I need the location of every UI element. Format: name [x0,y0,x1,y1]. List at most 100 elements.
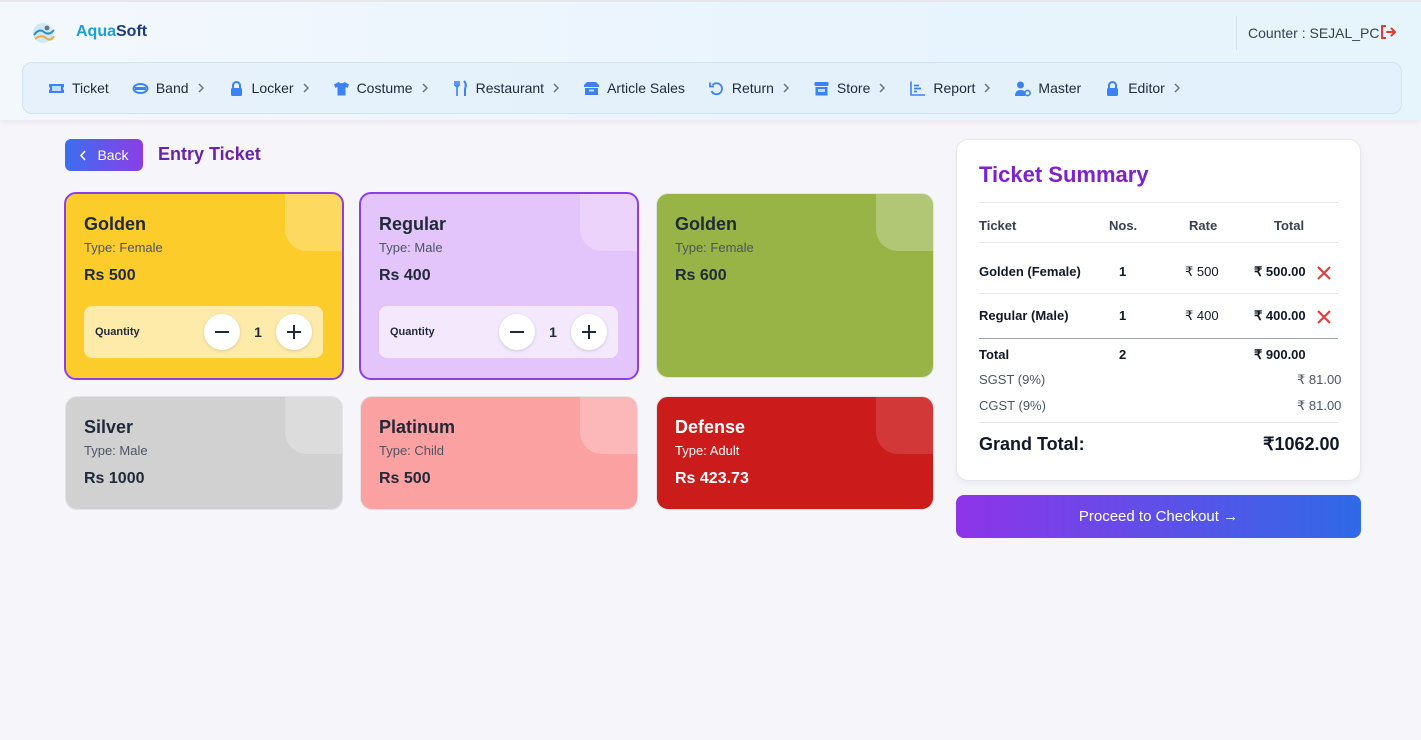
back-label: Back [97,147,129,163]
divider [979,293,1338,294]
nav-item-article-sales[interactable]: Article Sales [583,80,685,97]
nav-item-locker[interactable]: Locker [228,80,310,97]
page-title: Entry Ticket [158,144,261,164]
nav-item-report[interactable]: Report [909,80,991,97]
ticket-name: Golden [84,214,146,234]
decrement-button[interactable] [499,314,535,350]
nav-item-band[interactable]: Band [132,80,205,97]
ticket-name: Regular [379,214,447,234]
undo-icon [708,81,723,95]
sgst-label: SGST (9%) [979,372,1046,387]
row-nos: 1 [1119,264,1127,279]
chevron-right-icon [198,83,204,93]
ticket-card[interactable]: Golden Type: Female Rs 600 [656,193,934,378]
remove-icon[interactable] [1316,265,1332,281]
plus-icon [582,325,596,339]
ticket-summary-panel: Ticket Summary Ticket Nos. Rate Total Go… [956,139,1361,481]
chevron-left-icon [80,149,87,161]
ticket-price: Rs 600 [675,267,727,284]
ticket-icon [49,83,64,93]
ticket-price: Rs 500 [379,470,431,487]
ticket-card[interactable]: Platinum Type: Child Rs 500 [360,396,638,510]
ticket-price: Rs 500 [84,267,136,284]
minus-icon [215,331,229,333]
brand-name: AquaSoft [76,23,148,40]
increment-button[interactable] [571,314,607,350]
nav-item-store[interactable]: Store [813,80,886,97]
ticket-name: Platinum [379,417,456,437]
nav-item-restaurant[interactable]: Restaurant [452,79,560,97]
row-rate: ₹ 400 [1185,308,1219,323]
top-bar: AquaSoft Counter : SEJAL_PC Ticket Band … [0,0,1421,120]
row-ticket: Golden (Female) [979,264,1081,279]
ticket-name: Golden [675,214,737,234]
nav-item-return[interactable]: Return [708,80,790,97]
card-corner-decoration [876,194,933,251]
plus-icon [287,325,301,339]
nav-label: Store [836,80,871,96]
nav-label: Locker [251,80,294,96]
nav-item-editor[interactable]: Editor [1104,80,1181,97]
row-ticket: Regular (Male) [979,308,1069,323]
card-corner-decoration [580,397,637,454]
minus-icon [510,331,524,333]
nav-item-ticket[interactable]: Ticket [48,80,109,97]
card-corner-decoration [876,397,933,454]
nav-item-master[interactable]: Master [1014,80,1081,97]
column-header-rate: Rate [1189,218,1218,233]
total-amount: ₹ 900.00 [1254,347,1306,362]
app-logo-icon [33,23,55,43]
cgst-label: CGST (9%) [979,398,1046,413]
ticket-name: Defense [675,417,746,437]
back-button[interactable]: Back [65,139,143,171]
ticket-card[interactable]: Defense Type: Adult Rs 423.73 [656,396,934,510]
nav-label: Return [731,80,774,96]
fork-knife-icon [453,79,467,96]
divider [979,242,1338,243]
grand-total-label: Grand Total: [979,434,1085,454]
quantity-value: 1 [254,324,262,340]
nav-label: Restaurant [475,80,545,96]
ticket-type: Type: Child [379,443,445,458]
nav-label: Editor [1128,80,1165,96]
ticket-type: Type: Female [675,240,754,255]
row-total: ₹ 500.00 [1254,264,1306,279]
ticket-price: Rs 1000 [84,470,145,487]
chevron-right-icon [783,83,789,93]
nav-label: Band [155,80,189,96]
ticket-name: Silver [84,417,134,437]
ticket-card[interactable]: Golden Type: Female Rs 500 Quantity 1 [64,192,344,380]
column-header-nos: Nos. [1109,218,1138,233]
summary-title: Ticket Summary [979,162,1149,187]
chevron-right-icon [553,83,560,93]
quantity-stepper: Quantity 1 [379,306,618,358]
lock-icon [230,80,242,96]
ticket-card[interactable]: Regular Type: Male Rs 400 Quantity 1 [359,192,639,380]
ticket-type: Type: Male [84,443,148,458]
divider [979,202,1338,203]
quantity-label: Quantity [95,326,140,338]
chevron-right-icon [303,83,309,93]
lock-icon [1107,80,1119,96]
increment-button[interactable] [276,314,312,350]
ticket-card[interactable]: Silver Type: Male Rs 1000 [65,396,343,510]
sgst-amount: ₹ 81.00 [1297,372,1342,387]
column-header-ticket: Ticket [979,218,1017,233]
proceed-to-checkout-button[interactable]: Proceed to Checkout → [956,495,1361,538]
box-icon [584,81,600,95]
ticket-type: Type: Adult [675,443,740,458]
user-gear-icon [1015,81,1032,96]
logout-icon[interactable] [1379,23,1397,41]
decrement-button[interactable] [204,314,240,350]
grand-total-amount: ₹1062.00 [1263,434,1340,454]
main-nav: Ticket Band Locker Costume Restaurant Ar… [22,62,1402,114]
row-rate: ₹ 500 [1185,264,1219,279]
quantity-value: 1 [549,324,557,340]
card-corner-decoration [285,397,342,454]
nav-label: Master [1038,80,1082,96]
row-total: ₹ 400.00 [1254,308,1306,323]
nav-item-costume[interactable]: Costume [333,80,429,97]
remove-icon[interactable] [1316,309,1332,325]
cgst-amount: ₹ 81.00 [1297,398,1342,413]
card-corner-decoration [285,194,342,251]
